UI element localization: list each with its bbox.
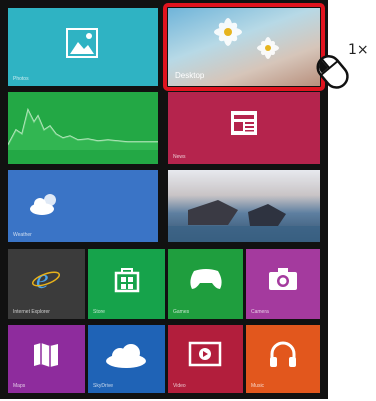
tile-label: Music: [251, 383, 265, 389]
tile-camera[interactable]: Camera: [246, 249, 320, 319]
ie-icon: e: [32, 264, 60, 293]
tile-label: Internet Explorer: [13, 309, 50, 315]
cloud-icon: [106, 344, 146, 368]
tile-finance[interactable]: [8, 92, 158, 164]
photo-icon: [66, 28, 98, 58]
tile-maps[interactable]: Maps: [8, 325, 85, 393]
map-icon: [34, 343, 58, 367]
tile-label: SkyDrive: [93, 383, 114, 389]
tile-label: Maps: [13, 383, 26, 389]
headphones-icon: [270, 341, 296, 367]
tile-skydrive[interactable]: SkyDrive: [88, 325, 165, 393]
video-icon: [188, 341, 222, 367]
tile-label: Photos: [13, 76, 29, 82]
svg-text:e: e: [36, 264, 48, 293]
tile-store[interactable]: Store: [88, 249, 165, 319]
tile-label: Video: [173, 383, 186, 389]
tile-label: News: [173, 154, 186, 160]
newspaper-icon: [231, 111, 257, 135]
tile-label: Camera: [251, 309, 269, 315]
stock-chart-graphic: [8, 107, 158, 150]
click-count-label: 1×: [348, 42, 369, 58]
tile-internet-explorer[interactable]: e Internet Explorer: [8, 249, 85, 319]
store-icon: [114, 268, 140, 293]
tile-label: Store: [93, 309, 105, 315]
gamepad-icon: [190, 269, 222, 289]
tile-photos[interactable]: Photos: [8, 8, 158, 86]
landscape-photo: [168, 200, 320, 242]
tile-video[interactable]: Video: [168, 325, 243, 393]
camera-icon: [269, 268, 297, 290]
tile-label: Weather: [13, 232, 32, 238]
tile-bing[interactable]: [168, 170, 320, 242]
desktop-tile-highlight: [163, 3, 325, 91]
tile-weather[interactable]: Weather: [8, 170, 158, 242]
tile-label: Games: [173, 309, 190, 315]
tile-news[interactable]: News: [168, 92, 320, 164]
cloud-sun-icon: [30, 194, 56, 215]
tile-games[interactable]: Games: [168, 249, 243, 319]
tile-music[interactable]: Music: [246, 325, 320, 393]
